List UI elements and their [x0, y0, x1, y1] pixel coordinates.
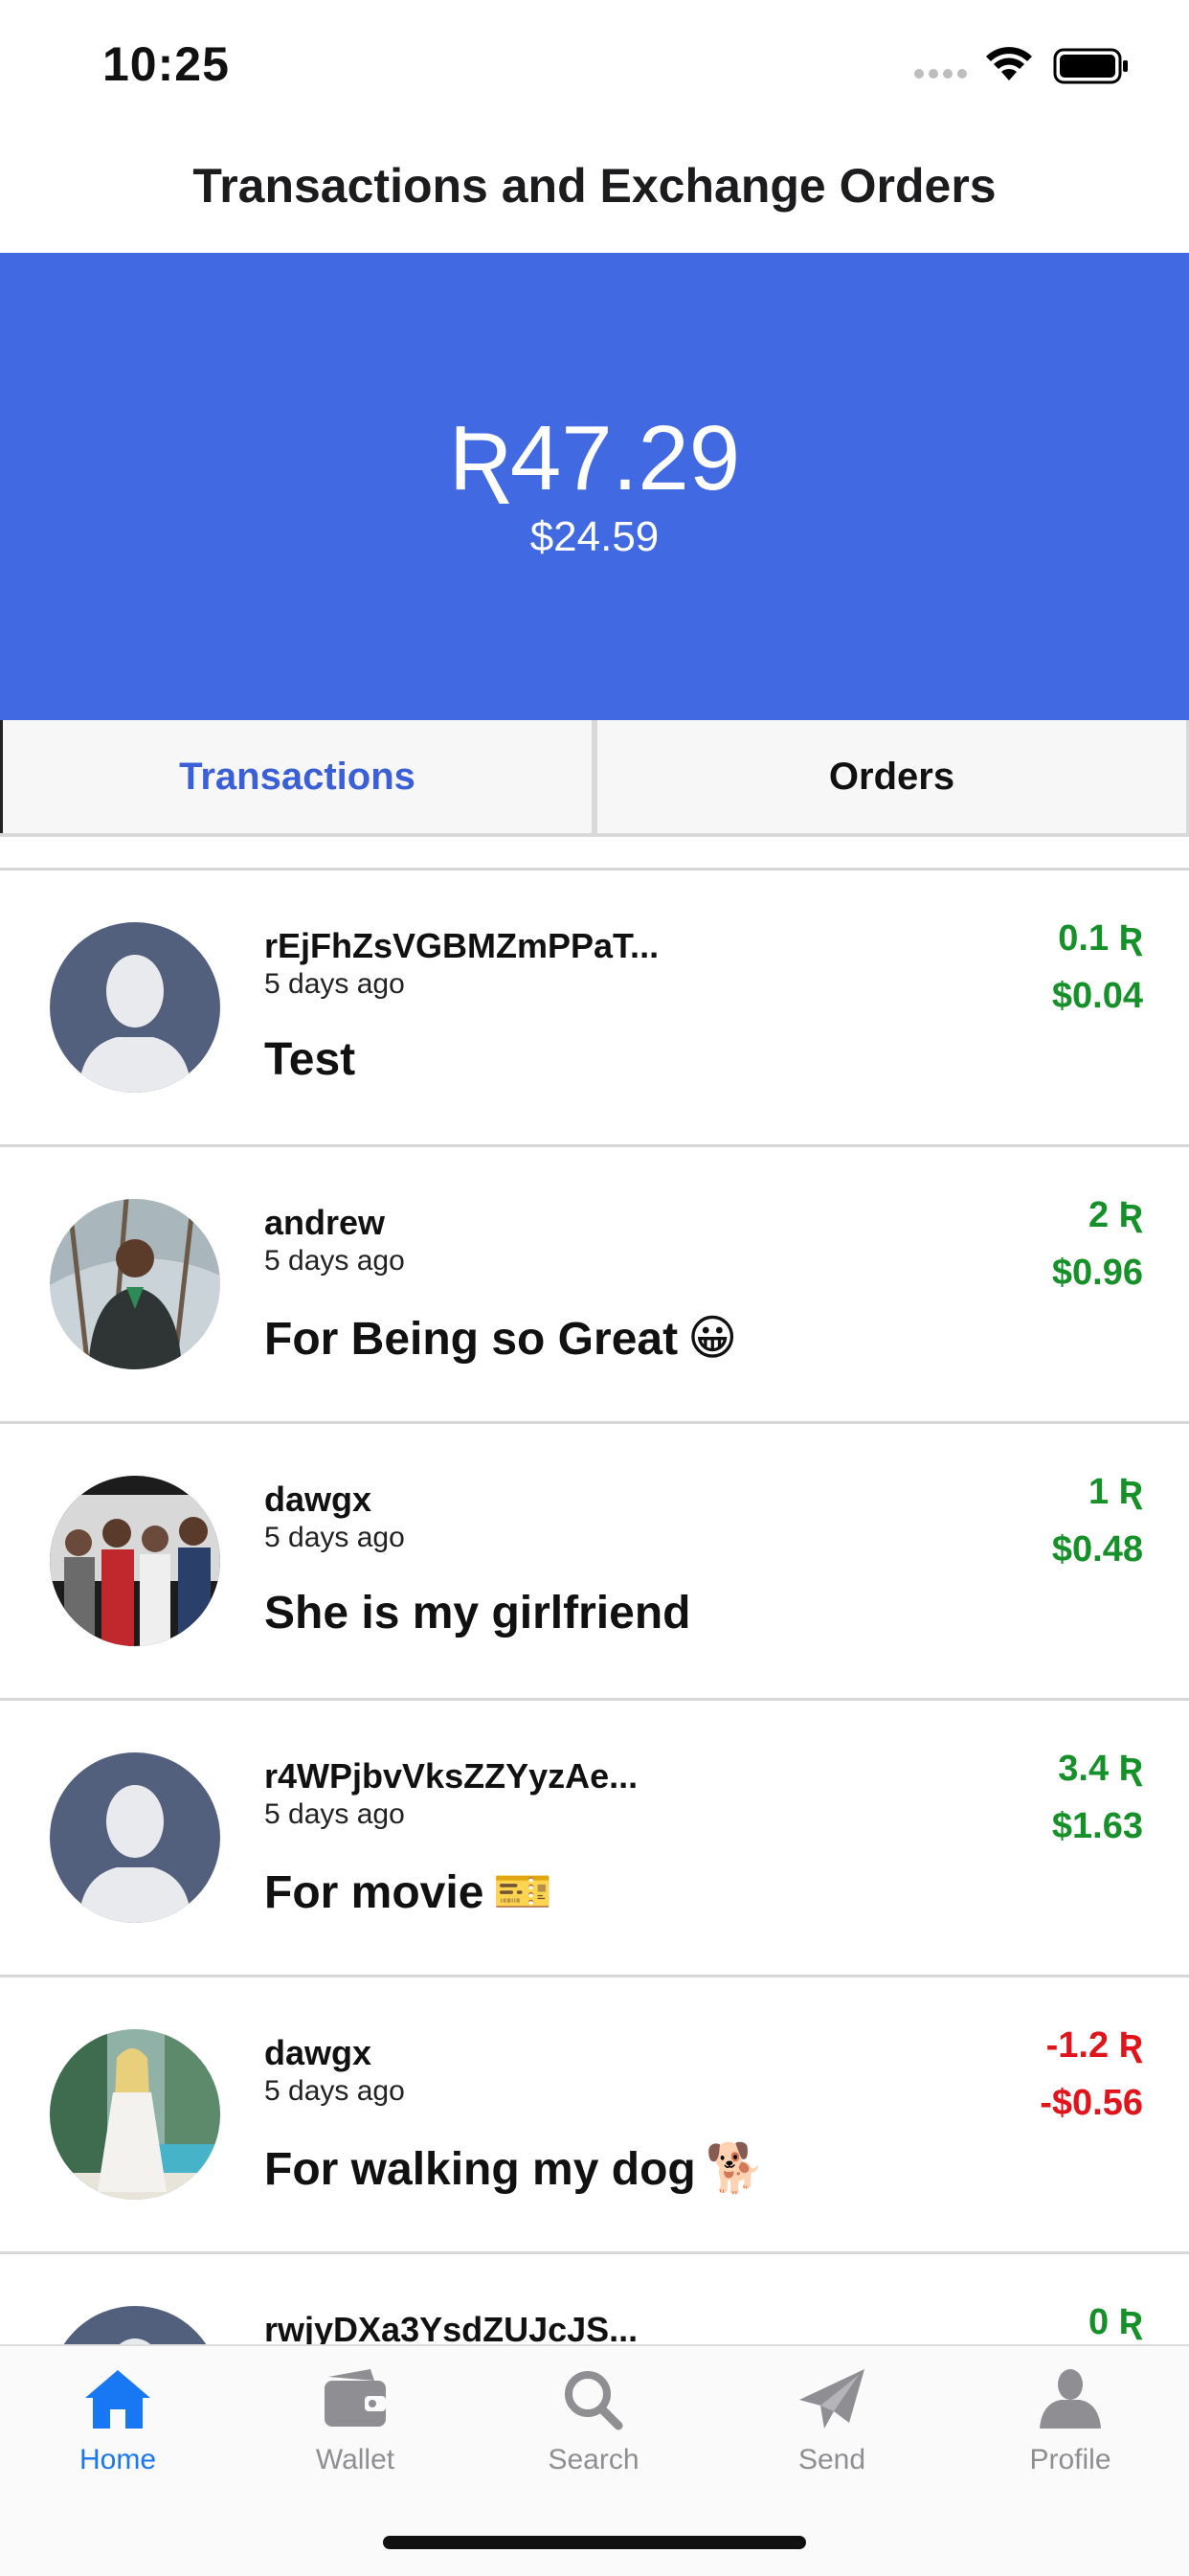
memo-emoji: 🎫: [493, 1864, 553, 1918]
balance-amount: Ʀ47.29: [448, 407, 741, 509]
transaction-time: 5 days ago: [264, 1798, 405, 1830]
memo-text: She is my girlfriend: [264, 1588, 691, 1638]
cellular-signal-icon: [914, 69, 967, 79]
sender-name: andrew: [264, 1203, 386, 1242]
send-icon: [799, 2369, 864, 2429]
battery-icon: [1053, 48, 1128, 84]
transaction-amount: 2 Ʀ: [1088, 1195, 1143, 1235]
search-icon: [565, 2371, 623, 2430]
avatar: [50, 1752, 220, 1923]
transaction-amount: 1 Ʀ: [1088, 1472, 1143, 1512]
tab-home[interactable]: Home: [22, 2367, 213, 2476]
sender-name: rwjyDXa3YsdZUJcJS...: [264, 2310, 639, 2347]
avatar: [50, 1199, 220, 1369]
sender-name: dawgx: [264, 1480, 372, 1519]
memo-text: For walking my dog: [264, 2144, 696, 2195]
transaction-row[interactable]: rEjFhZsVGBMZmPPaT... 5 days ago Test 0.1…: [0, 870, 1189, 1147]
transaction-row[interactable]: dawgx 5 days ago She is my girlfriend 1 …: [0, 1424, 1189, 1701]
avatar: [50, 922, 220, 1093]
transaction-memo: For Being so Great 😀: [264, 1310, 737, 1366]
status-time: 10:25: [102, 37, 230, 91]
memo-text: For Being so Great: [264, 1314, 679, 1365]
transaction-usd: $0.96: [1051, 1253, 1143, 1293]
user-photo: [50, 1476, 220, 1646]
tab-orders[interactable]: Orders: [597, 720, 1189, 833]
user-photo: [50, 2029, 220, 2200]
user-placeholder-icon: [50, 2306, 220, 2347]
transaction-amount: -1.2 Ʀ: [1045, 2025, 1143, 2066]
transaction-time: 5 days ago: [264, 2075, 405, 2107]
transaction-time: 5 days ago: [264, 968, 405, 1000]
memo-text: Test: [264, 1034, 356, 1085]
user-placeholder-icon: [50, 1752, 220, 1923]
tab-profile[interactable]: Profile: [975, 2367, 1166, 2476]
user-photo: [50, 1199, 220, 1369]
transaction-memo: For movie 🎫: [264, 1864, 553, 1920]
tab-wallet[interactable]: Wallet: [259, 2367, 451, 2476]
transaction-amount: 0 Ʀ: [1088, 2302, 1143, 2342]
avatar: [50, 1476, 220, 1646]
tab-label: Search: [548, 2444, 639, 2475]
transaction-amount: 3.4 Ʀ: [1058, 1749, 1143, 1789]
transaction-row[interactable]: rwjyDXa3YsdZUJcJS... 0 Ʀ: [0, 2254, 1189, 2347]
tab-send[interactable]: Send: [736, 2367, 928, 2476]
sender-name: rEjFhZsVGBMZmPPaT...: [264, 926, 660, 965]
sender-name: r4WPjbvVksZZYyzAe...: [264, 1756, 639, 1796]
tab-label: Profile: [1029, 2444, 1111, 2475]
avatar: [50, 2029, 220, 2200]
transaction-usd: -$0.56: [1040, 2083, 1143, 2123]
segment-tabs: Transactions Orders: [0, 720, 1189, 837]
transaction-usd: $0.48: [1051, 1529, 1143, 1570]
transaction-list[interactable]: rEjFhZsVGBMZmPPaT... 5 days ago Test 0.1…: [0, 868, 1189, 2347]
balance-usd: $24.59: [529, 513, 660, 560]
wifi-icon: [986, 47, 1032, 80]
transaction-usd: $0.04: [1051, 976, 1143, 1016]
transaction-memo: She is my girlfriend: [264, 1587, 690, 1639]
profile-icon: [1040, 2369, 1101, 2429]
wallet-icon: [325, 2369, 386, 2427]
transaction-row[interactable]: andrew 5 days ago For Being so Great 😀 2 …: [0, 1147, 1189, 1424]
user-placeholder-icon: [50, 922, 220, 1093]
tab-label: Send: [797, 2444, 866, 2475]
tab-label: Wallet: [315, 2444, 395, 2475]
transaction-usd: $1.63: [1051, 1806, 1143, 1846]
transaction-row[interactable]: r4WPjbvVksZZYyzAe... 5 days ago For movi…: [0, 1701, 1189, 1977]
transaction-memo: Test: [264, 1033, 355, 1086]
page-title: Transactions and Exchange Orders: [192, 159, 997, 213]
memo-emoji: 😀: [687, 1311, 738, 1365]
tab-transactions[interactable]: Transactions: [0, 720, 597, 833]
home-indicator: [383, 2536, 806, 2549]
transaction-time: 5 days ago: [264, 1245, 405, 1277]
transaction-row[interactable]: dawgx 5 days ago For walking my dog 🐕 -1.…: [0, 1977, 1189, 2254]
memo-emoji: 🐕: [705, 2141, 765, 2195]
tab-search[interactable]: Search: [498, 2367, 689, 2476]
home-icon: [85, 2370, 150, 2429]
status-bar: 10:25: [0, 0, 1189, 129]
tab-label: Home: [79, 2444, 157, 2475]
balance-banner: Ʀ47.29 $24.59: [0, 253, 1189, 720]
transaction-memo: For walking my dog 🐕: [264, 2140, 765, 2197]
avatar: [50, 2306, 220, 2347]
memo-text: For movie: [264, 1867, 484, 1918]
transaction-amount: 0.1 Ʀ: [1058, 918, 1143, 959]
sender-name: dawgx: [264, 2033, 372, 2072]
transaction-time: 5 days ago: [264, 1522, 405, 1553]
